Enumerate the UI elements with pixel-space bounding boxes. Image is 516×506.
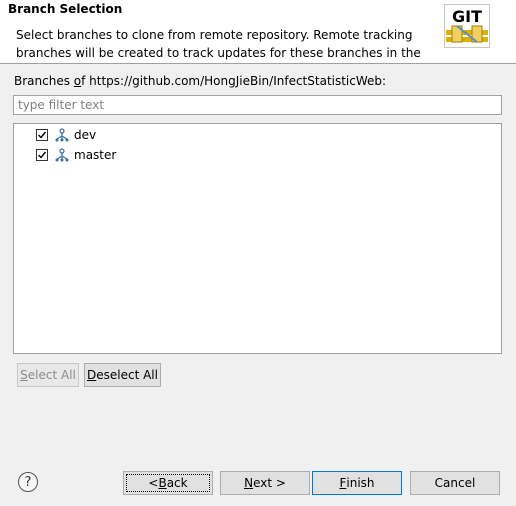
tree-item-dev[interactable]: dev: [36, 125, 96, 145]
checkbox-master[interactable]: [36, 149, 48, 161]
branch-icon: [55, 128, 69, 142]
checkmark-icon: [38, 151, 47, 159]
back-button[interactable]: < Back: [123, 471, 213, 495]
checkmark-icon: [38, 131, 47, 139]
cancel-button[interactable]: Cancel: [410, 471, 500, 495]
help-icon[interactable]: ?: [18, 472, 38, 492]
git-logo-text: GIT: [452, 7, 482, 26]
select-all-button[interactable]: Select All: [17, 363, 79, 387]
wizard-header: Branch Selection Select branches to clon…: [0, 0, 516, 64]
branch-icon: [55, 148, 69, 162]
description-line-1: Select branches to clone from remote rep…: [16, 28, 413, 42]
next-button[interactable]: Next >: [220, 471, 310, 495]
page-title: Branch Selection: [8, 2, 123, 16]
branch-label: dev: [74, 128, 97, 142]
branches-label: Branches of https://github.com/HongJieBi…: [14, 74, 387, 88]
page-description: Select branches to clone from remote rep…: [16, 26, 426, 62]
branch-tree[interactable]: dev master: [13, 123, 502, 354]
tree-item-master[interactable]: master: [36, 145, 116, 165]
finish-button[interactable]: Finish: [312, 471, 402, 495]
branch-label: master: [74, 148, 117, 162]
git-logo-icon: GIT: [444, 4, 490, 48]
description-line-2: branches will be created to track update…: [16, 46, 421, 60]
deselect-all-button[interactable]: Deselect All: [84, 363, 161, 387]
filter-input[interactable]: [13, 95, 502, 115]
checkbox-dev[interactable]: [36, 129, 48, 141]
